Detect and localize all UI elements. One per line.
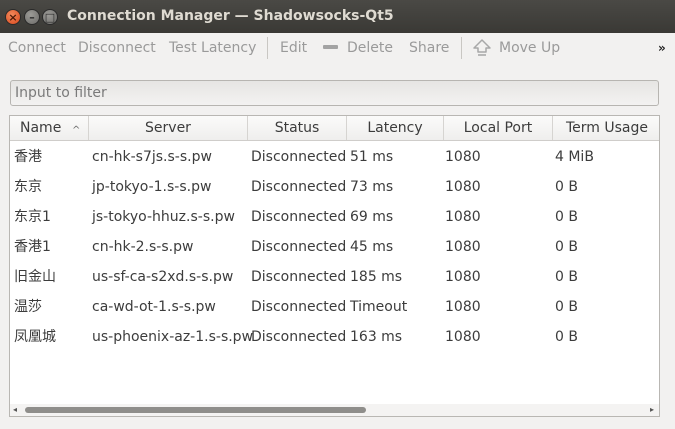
cell-local-port: 1080 <box>445 299 481 315</box>
cell-name: 温莎 <box>14 299 42 315</box>
cell-server: cn-hk-s7js.s-s.pw <box>92 149 212 165</box>
scrollbar-thumb[interactable] <box>25 407 366 413</box>
table-row[interactable]: 温莎 ca-wd-ot-1.s-s.pw Disconnected Timeout 10… <box>10 292 659 322</box>
table-row[interactable]: 东京1 js-tokyo-hhuz.s-s.pw Disconnected 69 ms… <box>10 202 659 232</box>
table-row[interactable]: 香港1 cn-hk-2.s-s.pw Disconnected 45 ms 1080 0 … <box>10 232 659 262</box>
cell-latency: Timeout <box>350 299 408 315</box>
column-header-server[interactable]: Server <box>89 116 248 140</box>
maximize-window-button[interactable]: □ <box>42 9 58 25</box>
edit-button[interactable]: Edit <box>280 40 307 56</box>
disconnect-button[interactable]: Disconnect <box>78 40 156 56</box>
cell-server: cn-hk-2.s-s.pw <box>92 239 194 255</box>
toolbar-separator <box>461 37 462 59</box>
cell-status: Disconnected <box>251 179 347 195</box>
test-latency-button[interactable]: Test Latency <box>169 40 256 56</box>
connect-button[interactable]: Connect <box>8 40 66 56</box>
share-button[interactable]: Share <box>409 40 449 56</box>
title-bar: × – □ Connection Manager — Shadowsocks-Q… <box>0 0 675 33</box>
cell-latency: 73 ms <box>350 179 394 195</box>
table-header: Name ^ Server Status Latency Local Port … <box>10 116 659 141</box>
cell-status: Disconnected <box>251 299 347 315</box>
table-row[interactable]: 东京 jp-tokyo-1.s-s.pw Disconnected 73 ms 1080… <box>10 172 659 202</box>
column-header-name[interactable]: Name ^ <box>10 116 89 140</box>
table-row[interactable]: 香港 cn-hk-s7js.s-s.pw Disconnected 51 ms 1080… <box>10 142 659 172</box>
horizontal-scrollbar[interactable]: ◂ ▸ <box>10 404 659 416</box>
cell-name: 凤凰城 <box>14 329 56 345</box>
cell-term-usage: 0 B <box>555 299 578 315</box>
cell-local-port: 1080 <box>445 239 481 255</box>
cell-name: 旧金山 <box>14 269 56 285</box>
window-title: Connection Manager — Shadowsocks-Qt5 <box>67 8 394 24</box>
cell-status: Disconnected <box>251 149 347 165</box>
close-window-button[interactable]: × <box>5 9 21 25</box>
delete-button[interactable]: Delete <box>347 40 393 56</box>
cell-local-port: 1080 <box>445 209 481 225</box>
cell-status: Disconnected <box>251 269 347 285</box>
cell-status: Disconnected <box>251 239 347 255</box>
column-header-local-port[interactable]: Local Port <box>444 116 553 140</box>
column-header-status[interactable]: Status <box>248 116 347 140</box>
cell-server: ca-wd-ot-1.s-s.pw <box>92 299 216 315</box>
column-header-latency[interactable]: Latency <box>347 116 444 140</box>
cell-server: js-tokyo-hhuz.s-s.pw <box>92 209 235 225</box>
cell-local-port: 1080 <box>445 329 481 345</box>
cell-latency: 45 ms <box>350 239 394 255</box>
cell-latency: 69 ms <box>350 209 394 225</box>
cell-status: Disconnected <box>251 329 347 345</box>
cell-latency: 51 ms <box>350 149 394 165</box>
move-up-icon[interactable] <box>472 38 492 58</box>
cell-server: us-phoenix-az-1.s-s.pw <box>92 329 254 345</box>
cell-term-usage: 4 MiB <box>555 149 594 165</box>
cell-latency: 185 ms <box>350 269 403 285</box>
cell-server: jp-tokyo-1.s-s.pw <box>92 179 212 195</box>
cell-local-port: 1080 <box>445 179 481 195</box>
cell-latency: 163 ms <box>350 329 403 345</box>
sort-ascending-icon: ^ <box>72 125 81 136</box>
cell-term-usage: 0 B <box>555 239 578 255</box>
cell-local-port: 1080 <box>445 269 481 285</box>
cell-term-usage: 0 B <box>555 329 578 345</box>
minus-icon[interactable] <box>323 45 338 49</box>
column-header-term-usage[interactable]: Term Usage <box>553 116 659 140</box>
move-up-button[interactable]: Move Up <box>499 40 560 56</box>
connection-table: Name ^ Server Status Latency Local Port … <box>9 115 660 417</box>
cell-name: 东京 <box>14 179 42 195</box>
table-row[interactable]: 凤凰城 us-phoenix-az-1.s-s.pw Disconnected 163… <box>10 322 659 352</box>
toolbar-separator <box>267 37 268 59</box>
cell-server: us-sf-ca-s2xd.s-s.pw <box>92 269 234 285</box>
cell-name: 香港 <box>14 149 42 165</box>
cell-term-usage: 0 B <box>555 269 578 285</box>
toolbar-overflow-button[interactable]: » <box>658 41 666 55</box>
cell-name: 东京1 <box>14 209 51 225</box>
scroll-left-arrow-icon[interactable]: ◂ <box>13 404 17 416</box>
cell-name: 香港1 <box>14 239 51 255</box>
filter-input[interactable] <box>10 80 659 106</box>
cell-term-usage: 0 B <box>555 209 578 225</box>
cell-local-port: 1080 <box>445 149 481 165</box>
scroll-right-arrow-icon[interactable]: ▸ <box>650 404 654 416</box>
table-row[interactable]: 旧金山 us-sf-ca-s2xd.s-s.pw Disconnected 185 m… <box>10 262 659 292</box>
cell-term-usage: 0 B <box>555 179 578 195</box>
minimize-window-button[interactable]: – <box>24 9 40 25</box>
cell-status: Disconnected <box>251 209 347 225</box>
toolbar: Connect Disconnect Test Latency Edit Del… <box>0 33 675 65</box>
